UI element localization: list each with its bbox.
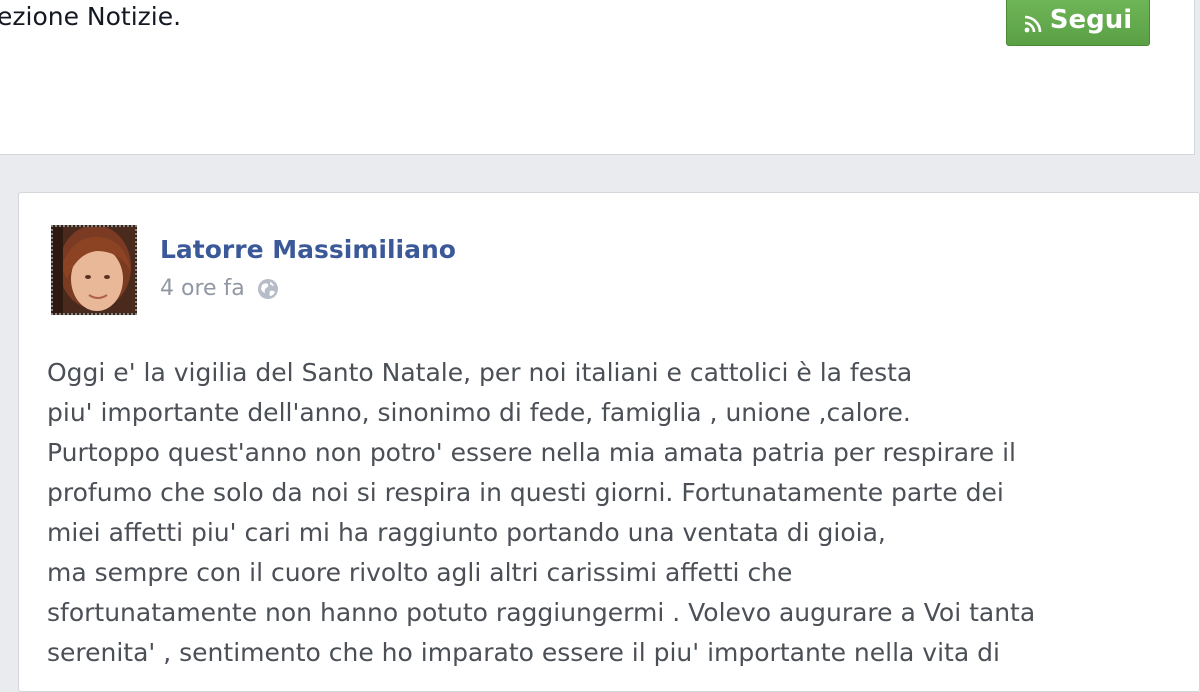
post-timestamp[interactable]: 4 ore fa xyxy=(160,276,245,301)
post-body: Oggi e' la vigilia del Santo Natale, per… xyxy=(47,353,1187,673)
post-text-line: profumo che solo da noi si respira in qu… xyxy=(47,478,1004,507)
profile-photo-icon xyxy=(53,227,135,313)
post-text-line: serenita' , sentimento che ho imparato e… xyxy=(47,638,1000,667)
follow-button-label: Segui xyxy=(1049,5,1133,35)
post-text-line: ma sempre con il cuore rivolto agli altr… xyxy=(47,558,793,587)
rss-icon xyxy=(1024,15,1042,33)
follow-button[interactable]: Segui xyxy=(1006,0,1150,46)
globe-icon[interactable] xyxy=(257,278,279,300)
post-author-link[interactable]: Latorre Massimiliano xyxy=(160,235,456,264)
post-card: Latorre Massimiliano 4 ore fa Oggi e' la… xyxy=(18,192,1200,692)
post-text-line: Oggi e' la vigilia del Santo Natale, per… xyxy=(47,358,913,387)
post-meta: 4 ore fa xyxy=(160,276,279,301)
post-text-line: Purtoppo quest'anno non potro' essere ne… xyxy=(47,438,1016,467)
avatar[interactable] xyxy=(51,225,137,315)
post-text-line: piu' importante dell'anno, sinonimo di f… xyxy=(47,398,911,427)
post-text-line: miei affetti piu' cari mi ha raggiunto p… xyxy=(47,518,886,547)
post-text-line: sfortunatamente non hanno potuto raggiun… xyxy=(47,598,1036,627)
header-text: ezione Notizie. xyxy=(0,2,182,31)
